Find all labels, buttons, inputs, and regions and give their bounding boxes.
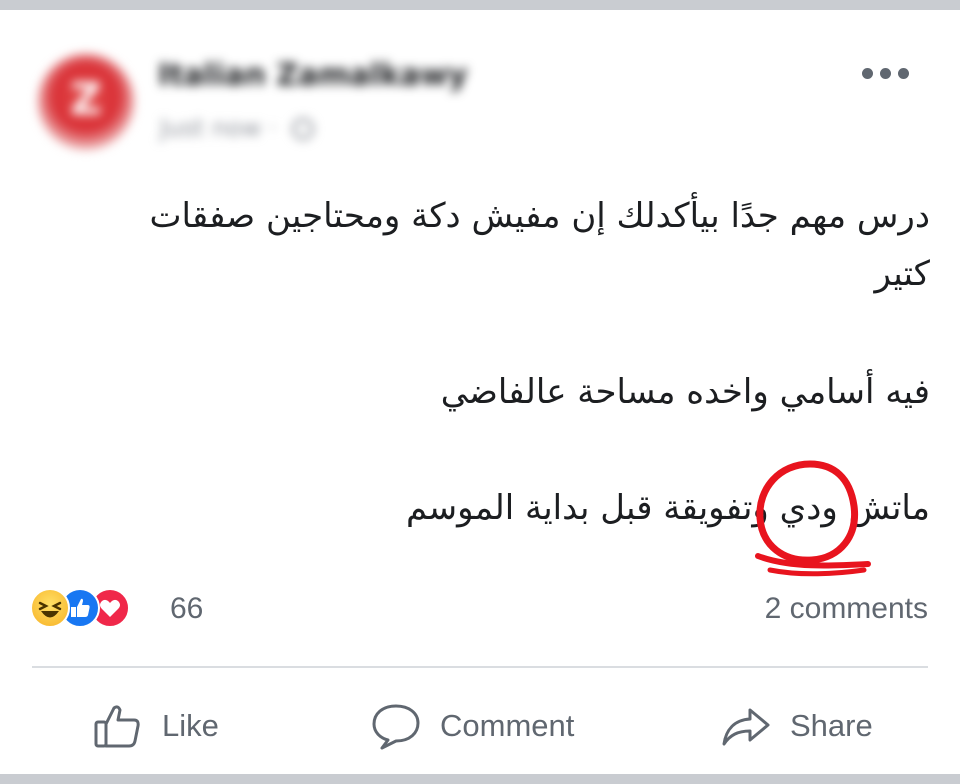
like-button[interactable]: Like <box>92 698 219 754</box>
reaction-summary[interactable]: 66 <box>30 588 210 632</box>
more-options-icon[interactable] <box>862 64 912 84</box>
share-label: Share <box>790 708 873 743</box>
share-button[interactable]: Share <box>720 698 873 754</box>
post-text-line-1: درس مهم جدًا بيأكدلك إن مفيش دكة ومحتاجي… <box>149 196 930 236</box>
comment-icon <box>372 704 420 750</box>
comments-count-link[interactable]: 2 comments <box>765 592 928 626</box>
like-label: Like <box>162 708 219 743</box>
red-circle-highlight <box>755 460 871 577</box>
thumbs-up-icon <box>94 705 140 748</box>
post-timestamp[interactable]: Just now <box>160 114 261 142</box>
post-meta: Just now · <box>160 114 315 142</box>
post-text-line-2: كتير <box>874 254 930 294</box>
post-text-line-3: فيه أسامي واخده مساحة عالفاضي <box>440 372 930 412</box>
avatar-logo-letter: Z <box>70 74 102 125</box>
post-card: Z Italian Zamalkawy Just now · درس مهم ج… <box>0 10 960 774</box>
globe-icon <box>292 118 315 140</box>
reaction-count: 66 <box>170 592 204 625</box>
avatar[interactable]: Z <box>38 54 134 150</box>
divider <box>32 666 928 668</box>
feed-separator <box>0 774 960 784</box>
comment-button[interactable]: Comment <box>370 698 574 754</box>
comment-label: Comment <box>440 708 575 743</box>
haha-icon <box>30 588 70 628</box>
share-icon <box>722 708 770 746</box>
post-author-name[interactable]: Italian Zamalkawy <box>158 58 468 93</box>
